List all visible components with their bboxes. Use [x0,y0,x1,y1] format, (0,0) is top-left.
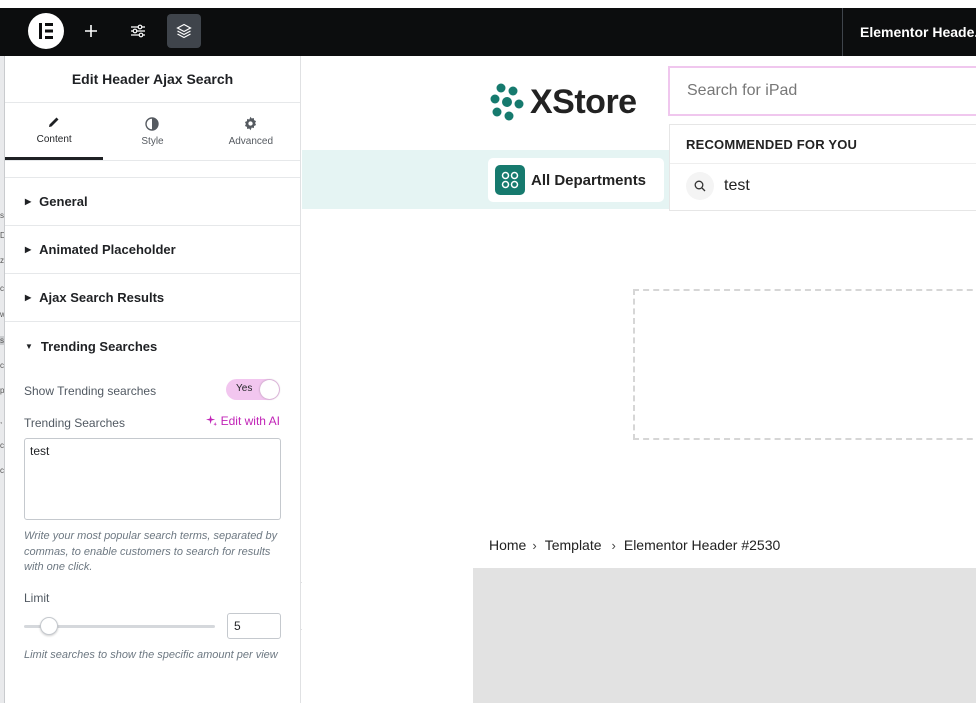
breadcrumb-separator-icon: › [532,537,537,553]
tab-style[interactable]: Style [103,103,201,160]
caret-down-icon: ▼ [25,341,33,351]
elementor-logo-icon [39,23,53,39]
trending-search-item[interactable]: test [686,172,750,200]
window-top-strip [0,0,976,8]
brand-name: XStore [530,82,637,121]
edit-with-ai-button[interactable]: Edit with AI [206,414,280,428]
trending-searches-control: Trending Searches Edit with AI [24,414,280,432]
section-trending-searches-label: Trending Searches [40,338,158,354]
caret-right-icon: ▶ [25,197,32,206]
departments-grid-icon [495,165,525,195]
site-settings-button[interactable] [121,14,155,48]
xstore-logo-icon [490,83,524,121]
section-ajax-search-results-label: Ajax Search Results [39,290,165,305]
tab-advanced[interactable]: Advanced [202,103,300,160]
editor-topbar: Elementor Heade... [0,8,976,56]
limit-label-row: Limit [24,589,280,607]
show-trending-label: Show Trending searches [24,384,157,398]
breadcrumb: Home › Template › Elementor Header #2530 [489,537,780,553]
tab-style-label: Style [141,135,164,147]
dropdown-divider [670,163,976,164]
search-dropdown: RECOMMENDED FOR YOU test [669,124,976,211]
trending-search-item-label: test [724,177,750,194]
trending-searches-textarea[interactable]: test [24,438,281,520]
breadcrumb-current: Elementor Header #2530 [623,537,781,553]
all-departments-label: All Departments [531,171,647,189]
tab-content[interactable]: Content [5,103,104,160]
contrast-icon [145,116,160,131]
toggle-value: Yes [236,383,253,394]
preview-canvas: XStore All Departments RECOMMENDED FOR Y… [302,56,976,703]
section-animated-placeholder[interactable]: ▶ Animated Placeholder [5,226,300,274]
sliders-icon [131,24,145,38]
structure-layers-button[interactable] [167,14,201,48]
search-box [668,66,976,116]
sections-spacer [5,161,300,178]
section-ajax-search-results[interactable]: ▶ Ajax Search Results [5,274,300,322]
breadcrumb-home[interactable]: Home [489,537,526,553]
edit-with-ai-label: Edit with AI [220,414,280,428]
panel-title: Edit Header Ajax Search [5,56,300,103]
all-departments-button[interactable]: All Departments [488,158,664,202]
limit-help-text: Limit searches to show the specific amou… [24,649,278,661]
show-trending-control: Show Trending searches Yes [24,379,280,400]
tab-advanced-label: Advanced [228,136,274,147]
trending-help-text: Write your most popular search terms, se… [24,530,278,573]
plus-icon [85,25,97,37]
section-general[interactable]: ▶ General [5,178,300,226]
tab-content-label: Content [36,134,72,145]
site-logo[interactable]: XStore [488,82,637,122]
limit-input[interactable] [227,613,281,639]
empty-drop-area[interactable] [633,289,976,440]
editor-panel: Edit Header Ajax Search Content Style Ad… [5,56,301,703]
section-general-label: General [39,194,88,209]
limit-slider-handle[interactable] [40,617,58,635]
caret-right-icon: ▶ [25,293,32,302]
content-placeholder-block [473,568,976,703]
document-title[interactable]: Elementor Heade... [860,24,976,40]
section-animated-placeholder-label: Animated Placeholder [39,242,176,257]
pencil-icon [49,117,59,127]
elementor-logo-button[interactable] [28,13,64,49]
topbar-divider [842,8,843,56]
layers-icon [176,23,192,39]
ai-sparkle-icon [206,415,218,426]
search-icon [686,172,714,200]
gear-icon [245,116,257,131]
section-trending-searches[interactable]: ▼ Trending Searches [5,322,300,370]
toggle-knob [260,380,279,399]
trending-searches-label: Trending Searches [24,416,125,430]
show-trending-toggle[interactable]: Yes [226,379,280,400]
search-input[interactable] [687,82,967,100]
add-element-button[interactable] [74,14,108,48]
breadcrumb-separator-icon: › [611,537,616,553]
recommended-heading: RECOMMENDED FOR YOU [686,137,858,152]
panel-tabs: Content Style Advanced [5,103,300,161]
breadcrumb-template[interactable]: Template [545,537,602,553]
caret-right-icon: ▶ [25,245,32,254]
limit-label: Limit [24,591,50,605]
